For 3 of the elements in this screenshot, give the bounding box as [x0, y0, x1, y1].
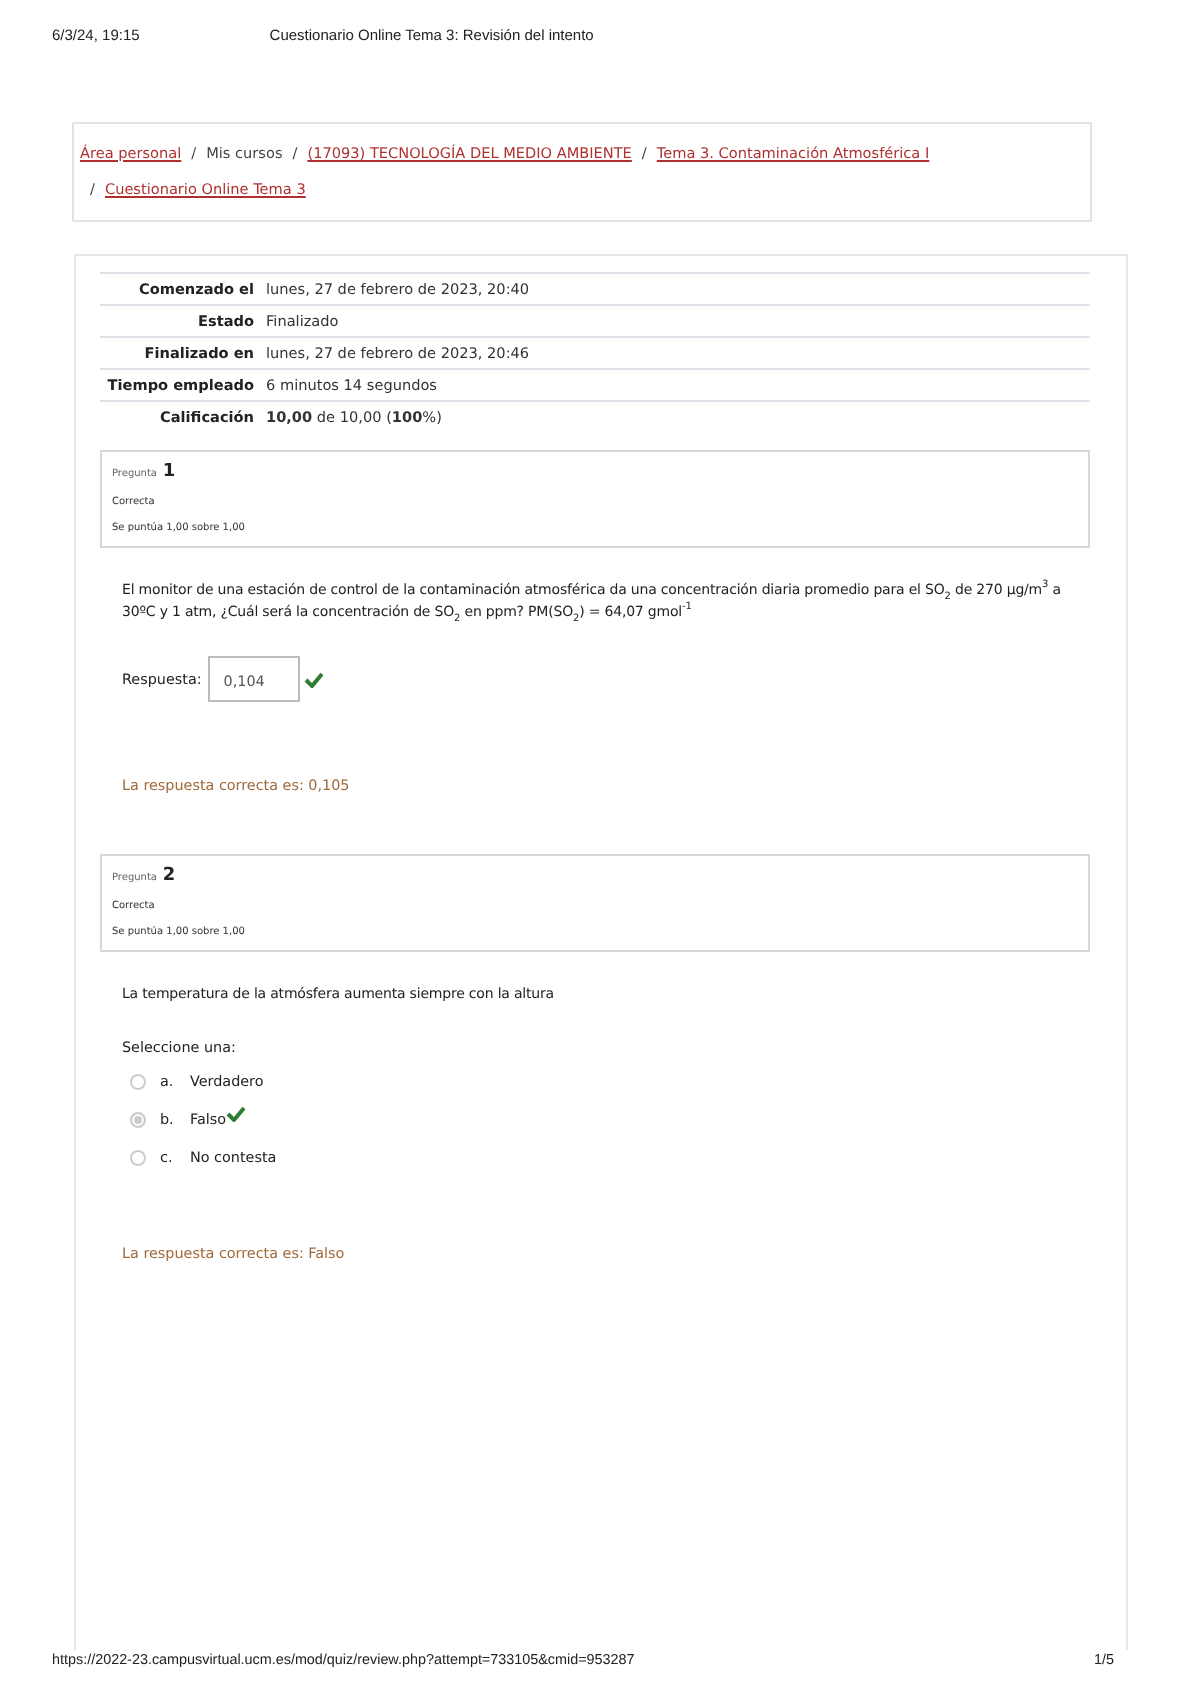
radio-button[interactable] — [130, 1073, 146, 1089]
radio-button[interactable] — [130, 1149, 146, 1165]
radio-button[interactable] — [130, 1111, 146, 1127]
